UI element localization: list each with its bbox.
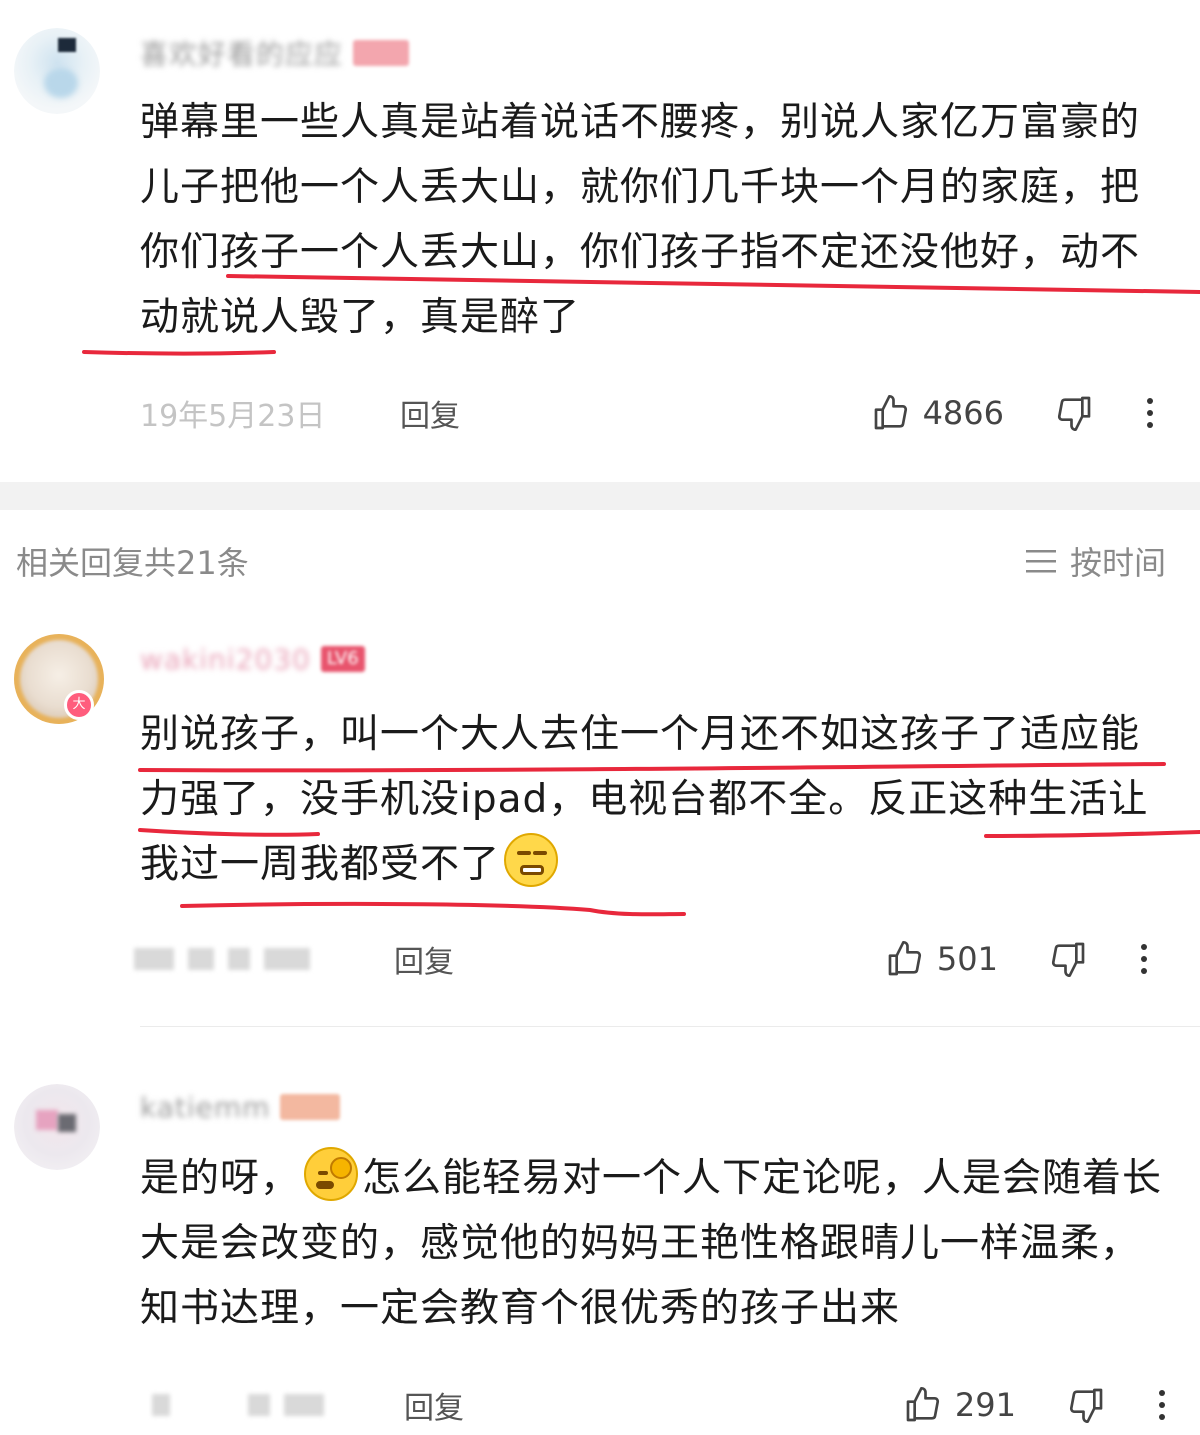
like-count: 291 bbox=[954, 1386, 1016, 1424]
comment-date bbox=[152, 1390, 352, 1420]
comment-actions: 501 bbox=[885, 937, 1164, 981]
comment-text: 别说孩子，叫一个大人去住一个月还不如这孩子了适应能力强了，没手机没ipad，电视… bbox=[140, 712, 1149, 887]
level-tag bbox=[353, 40, 410, 66]
reply-button[interactable]: 回复 bbox=[394, 937, 454, 981]
avatar[interactable] bbox=[14, 1084, 100, 1170]
more-vertical-icon bbox=[1141, 944, 1147, 950]
username-text: 喜欢好看的应应 bbox=[140, 38, 344, 71]
comment-text: 弹幕里一些人真是站着说话不腰疼，别说人家亿万富豪的儿子把他一个人丢大山，就你们几… bbox=[140, 100, 1141, 340]
more-button[interactable] bbox=[1124, 944, 1164, 974]
avatar[interactable] bbox=[14, 28, 100, 114]
comment-actions: 291 bbox=[903, 1383, 1182, 1427]
dislike-button[interactable] bbox=[1052, 391, 1096, 435]
reply-button[interactable]: 回复 bbox=[400, 391, 460, 435]
dislike-button[interactable] bbox=[1064, 1383, 1108, 1427]
more-button[interactable] bbox=[1130, 398, 1170, 428]
comment-meta: 回复 291 bbox=[152, 1380, 1182, 1430]
level-tag: LV6 bbox=[320, 646, 365, 672]
section-divider bbox=[0, 482, 1200, 510]
thumbs-down-icon bbox=[1051, 942, 1085, 977]
more-vertical-icon bbox=[1159, 1390, 1165, 1396]
like-count: 4866 bbox=[922, 394, 1004, 432]
username[interactable]: katiemm bbox=[140, 1090, 341, 1124]
squint-face-emoji-icon bbox=[504, 833, 559, 887]
comment-actions: 4866 bbox=[871, 391, 1170, 435]
thumbs-down-icon bbox=[1057, 396, 1091, 431]
reply-button[interactable]: 回复 bbox=[404, 1383, 464, 1427]
username-text: wakini2030 bbox=[140, 642, 311, 676]
like-count: 501 bbox=[936, 940, 998, 978]
comment-meta: 回复 501 bbox=[134, 934, 1164, 984]
username[interactable]: 喜欢好看的应应 bbox=[140, 36, 410, 71]
thumbs-up-icon bbox=[906, 1387, 939, 1422]
facepalm-emoji-icon bbox=[304, 1147, 359, 1201]
like-button[interactable]: 501 bbox=[885, 939, 998, 979]
more-vertical-icon bbox=[1147, 398, 1153, 404]
sort-button[interactable]: 按时间 bbox=[1024, 538, 1166, 584]
like-button[interactable]: 4866 bbox=[871, 393, 1004, 433]
comment-date: 19年5月23日 bbox=[140, 399, 326, 434]
thumbs-up-icon bbox=[888, 941, 921, 976]
username[interactable]: wakini2030 LV6 bbox=[140, 642, 365, 676]
dislike-button[interactable] bbox=[1046, 937, 1090, 981]
level-tag bbox=[280, 1094, 341, 1120]
list-icon bbox=[1025, 550, 1056, 573]
thumbs-down-icon bbox=[1069, 1388, 1103, 1423]
reply-divider bbox=[140, 1026, 1200, 1027]
like-button[interactable]: 291 bbox=[903, 1385, 1016, 1425]
comment-meta: 19年5月23日 回复 4866 bbox=[140, 388, 1170, 438]
vip-badge: 大 bbox=[64, 690, 94, 720]
comment-text: 是的呀， 怎么能轻易对一个人下定论呢，人是会随着长大是会改变的，感觉他的妈妈王艳性… bbox=[140, 1146, 1170, 1341]
username-text: katiemm bbox=[140, 1090, 271, 1124]
sort-label: 按时间 bbox=[1069, 544, 1166, 582]
replies-count: 相关回复共21条 bbox=[16, 544, 249, 582]
thumbs-up-icon bbox=[874, 395, 907, 430]
more-button[interactable] bbox=[1142, 1390, 1182, 1420]
replies-header: 相关回复共21条 按时间 bbox=[16, 536, 1166, 586]
comment-date bbox=[134, 944, 344, 974]
